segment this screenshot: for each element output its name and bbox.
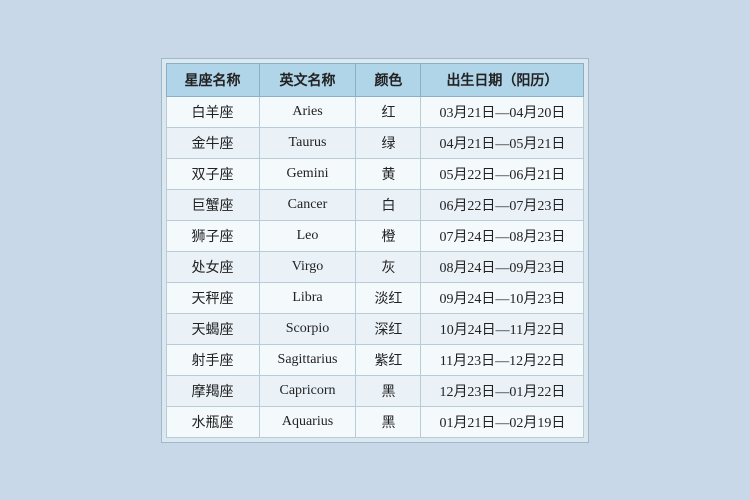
cell-5-2: 灰 <box>356 251 421 282</box>
header-color: 颜色 <box>356 63 421 96</box>
table-row: 处女座Virgo灰08月24日—09月23日 <box>166 251 584 282</box>
cell-7-2: 深红 <box>356 313 421 344</box>
table-header-row: 星座名称 英文名称 颜色 出生日期（阳历） <box>166 63 584 96</box>
table-row: 白羊座Aries红03月21日—04月20日 <box>166 96 584 127</box>
cell-8-3: 11月23日—12月22日 <box>421 344 584 375</box>
cell-5-3: 08月24日—09月23日 <box>421 251 584 282</box>
cell-7-3: 10月24日—11月22日 <box>421 313 584 344</box>
table-row: 巨蟹座Cancer白06月22日—07月23日 <box>166 189 584 220</box>
cell-0-0: 白羊座 <box>166 96 259 127</box>
table-row: 狮子座Leo橙07月24日—08月23日 <box>166 220 584 251</box>
cell-0-1: Aries <box>259 96 356 127</box>
cell-10-1: Aquarius <box>259 406 356 437</box>
table-row: 射手座Sagittarius紫红11月23日—12月22日 <box>166 344 584 375</box>
cell-10-0: 水瓶座 <box>166 406 259 437</box>
cell-5-0: 处女座 <box>166 251 259 282</box>
header-english-name: 英文名称 <box>259 63 356 96</box>
cell-1-1: Taurus <box>259 127 356 158</box>
cell-1-3: 04月21日—05月21日 <box>421 127 584 158</box>
cell-3-0: 巨蟹座 <box>166 189 259 220</box>
cell-9-3: 12月23日—01月22日 <box>421 375 584 406</box>
cell-1-0: 金牛座 <box>166 127 259 158</box>
cell-1-2: 绿 <box>356 127 421 158</box>
cell-7-0: 天蝎座 <box>166 313 259 344</box>
cell-3-1: Cancer <box>259 189 356 220</box>
table-row: 双子座Gemini黄05月22日—06月21日 <box>166 158 584 189</box>
table-row: 摩羯座Capricorn黑12月23日—01月22日 <box>166 375 584 406</box>
cell-3-2: 白 <box>356 189 421 220</box>
cell-6-3: 09月24日—10月23日 <box>421 282 584 313</box>
cell-10-3: 01月21日—02月19日 <box>421 406 584 437</box>
cell-0-3: 03月21日—04月20日 <box>421 96 584 127</box>
table-body: 白羊座Aries红03月21日—04月20日金牛座Taurus绿04月21日—0… <box>166 96 584 437</box>
header-chinese-name: 星座名称 <box>166 63 259 96</box>
cell-2-3: 05月22日—06月21日 <box>421 158 584 189</box>
cell-0-2: 红 <box>356 96 421 127</box>
table-row: 金牛座Taurus绿04月21日—05月21日 <box>166 127 584 158</box>
cell-3-3: 06月22日—07月23日 <box>421 189 584 220</box>
table-row: 天蝎座Scorpio深红10月24日—11月22日 <box>166 313 584 344</box>
cell-5-1: Virgo <box>259 251 356 282</box>
cell-2-2: 黄 <box>356 158 421 189</box>
cell-4-2: 橙 <box>356 220 421 251</box>
cell-6-2: 淡红 <box>356 282 421 313</box>
header-birthdate: 出生日期（阳历） <box>421 63 584 96</box>
cell-7-1: Scorpio <box>259 313 356 344</box>
cell-8-2: 紫红 <box>356 344 421 375</box>
main-container: 星座名称 英文名称 颜色 出生日期（阳历） 白羊座Aries红03月21日—04… <box>161 58 590 443</box>
cell-6-1: Libra <box>259 282 356 313</box>
cell-8-0: 射手座 <box>166 344 259 375</box>
cell-2-1: Gemini <box>259 158 356 189</box>
cell-10-2: 黑 <box>356 406 421 437</box>
cell-9-0: 摩羯座 <box>166 375 259 406</box>
cell-4-3: 07月24日—08月23日 <box>421 220 584 251</box>
cell-9-1: Capricorn <box>259 375 356 406</box>
cell-2-0: 双子座 <box>166 158 259 189</box>
table-row: 水瓶座Aquarius黑01月21日—02月19日 <box>166 406 584 437</box>
cell-8-1: Sagittarius <box>259 344 356 375</box>
cell-4-0: 狮子座 <box>166 220 259 251</box>
table-row: 天秤座Libra淡红09月24日—10月23日 <box>166 282 584 313</box>
cell-4-1: Leo <box>259 220 356 251</box>
cell-6-0: 天秤座 <box>166 282 259 313</box>
zodiac-table: 星座名称 英文名称 颜色 出生日期（阳历） 白羊座Aries红03月21日—04… <box>166 63 585 438</box>
cell-9-2: 黑 <box>356 375 421 406</box>
